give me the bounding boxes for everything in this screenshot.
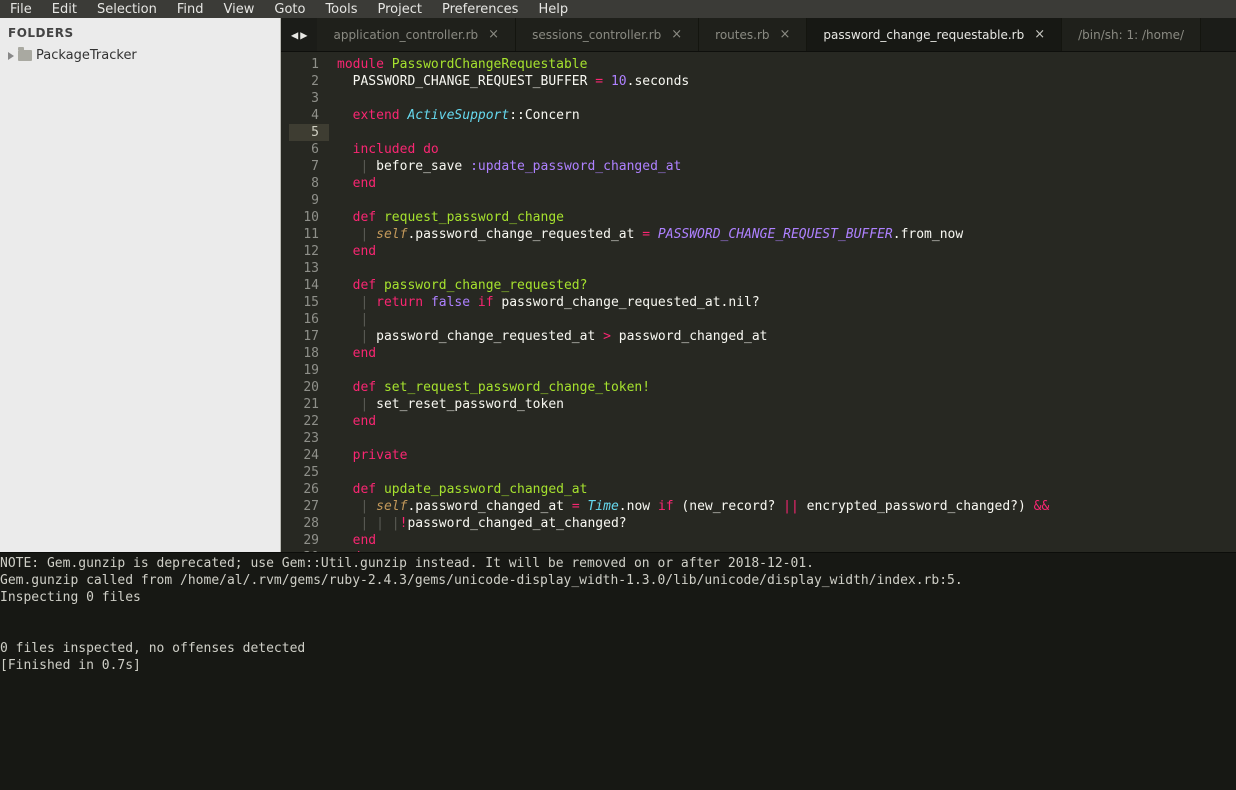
tab-bar: ◀ ▶ application_controller.rb × sessions… [281, 18, 1236, 52]
sidebar: FOLDERS PackageTracker [0, 18, 281, 552]
tab-build-output[interactable]: /bin/sh: 1: /home/ [1062, 18, 1201, 51]
code[interactable]: module PasswordChangeRequestable PASSWOR… [329, 52, 1236, 552]
menu-tools[interactable]: Tools [315, 2, 367, 17]
close-icon[interactable]: × [1034, 27, 1045, 42]
tab-label: sessions_controller.rb [532, 28, 661, 42]
gutter: 1234567891011121314151617181920212223242… [281, 52, 329, 552]
build-output-panel[interactable]: NOTE: Gem.gunzip is deprecated; use Gem:… [0, 552, 1236, 790]
close-icon[interactable]: × [671, 27, 682, 42]
menu-preferences[interactable]: Preferences [432, 2, 528, 17]
tab-label: routes.rb [715, 28, 769, 42]
close-icon[interactable]: × [488, 27, 499, 42]
folder-root[interactable]: PackageTracker [0, 46, 280, 65]
menu-selection[interactable]: Selection [87, 2, 167, 17]
code-area[interactable]: 1234567891011121314151617181920212223242… [281, 52, 1236, 552]
menu-project[interactable]: Project [367, 2, 431, 17]
tab-label: application_controller.rb [333, 28, 478, 42]
folder-label: PackageTracker [36, 48, 137, 63]
tab-password-change-requestable[interactable]: password_change_requestable.rb × [807, 18, 1062, 51]
tab-nav: ◀ ▶ [281, 18, 317, 51]
menu-edit[interactable]: Edit [42, 2, 87, 17]
chevron-right-icon [8, 52, 14, 60]
tab-nav-next-icon[interactable]: ▶ [300, 28, 307, 42]
sidebar-header: FOLDERS [0, 18, 280, 46]
menu-help[interactable]: Help [528, 2, 578, 17]
tab-nav-prev-icon[interactable]: ◀ [291, 28, 298, 42]
menu-view[interactable]: View [214, 2, 265, 17]
menu-find[interactable]: Find [167, 2, 214, 17]
folder-icon [18, 50, 32, 61]
tab-sessions-controller[interactable]: sessions_controller.rb × [516, 18, 699, 51]
tab-routes[interactable]: routes.rb × [699, 18, 807, 51]
menu-file[interactable]: File [0, 2, 42, 17]
menu-goto[interactable]: Goto [264, 2, 315, 17]
menubar: File Edit Selection Find View Goto Tools… [0, 0, 1236, 18]
tab-label: /bin/sh: 1: /home/ [1078, 28, 1184, 42]
editor-group: ◀ ▶ application_controller.rb × sessions… [281, 18, 1236, 552]
tab-application-controller[interactable]: application_controller.rb × [317, 18, 516, 51]
close-icon[interactable]: × [780, 27, 791, 42]
tab-label: password_change_requestable.rb [823, 28, 1024, 42]
